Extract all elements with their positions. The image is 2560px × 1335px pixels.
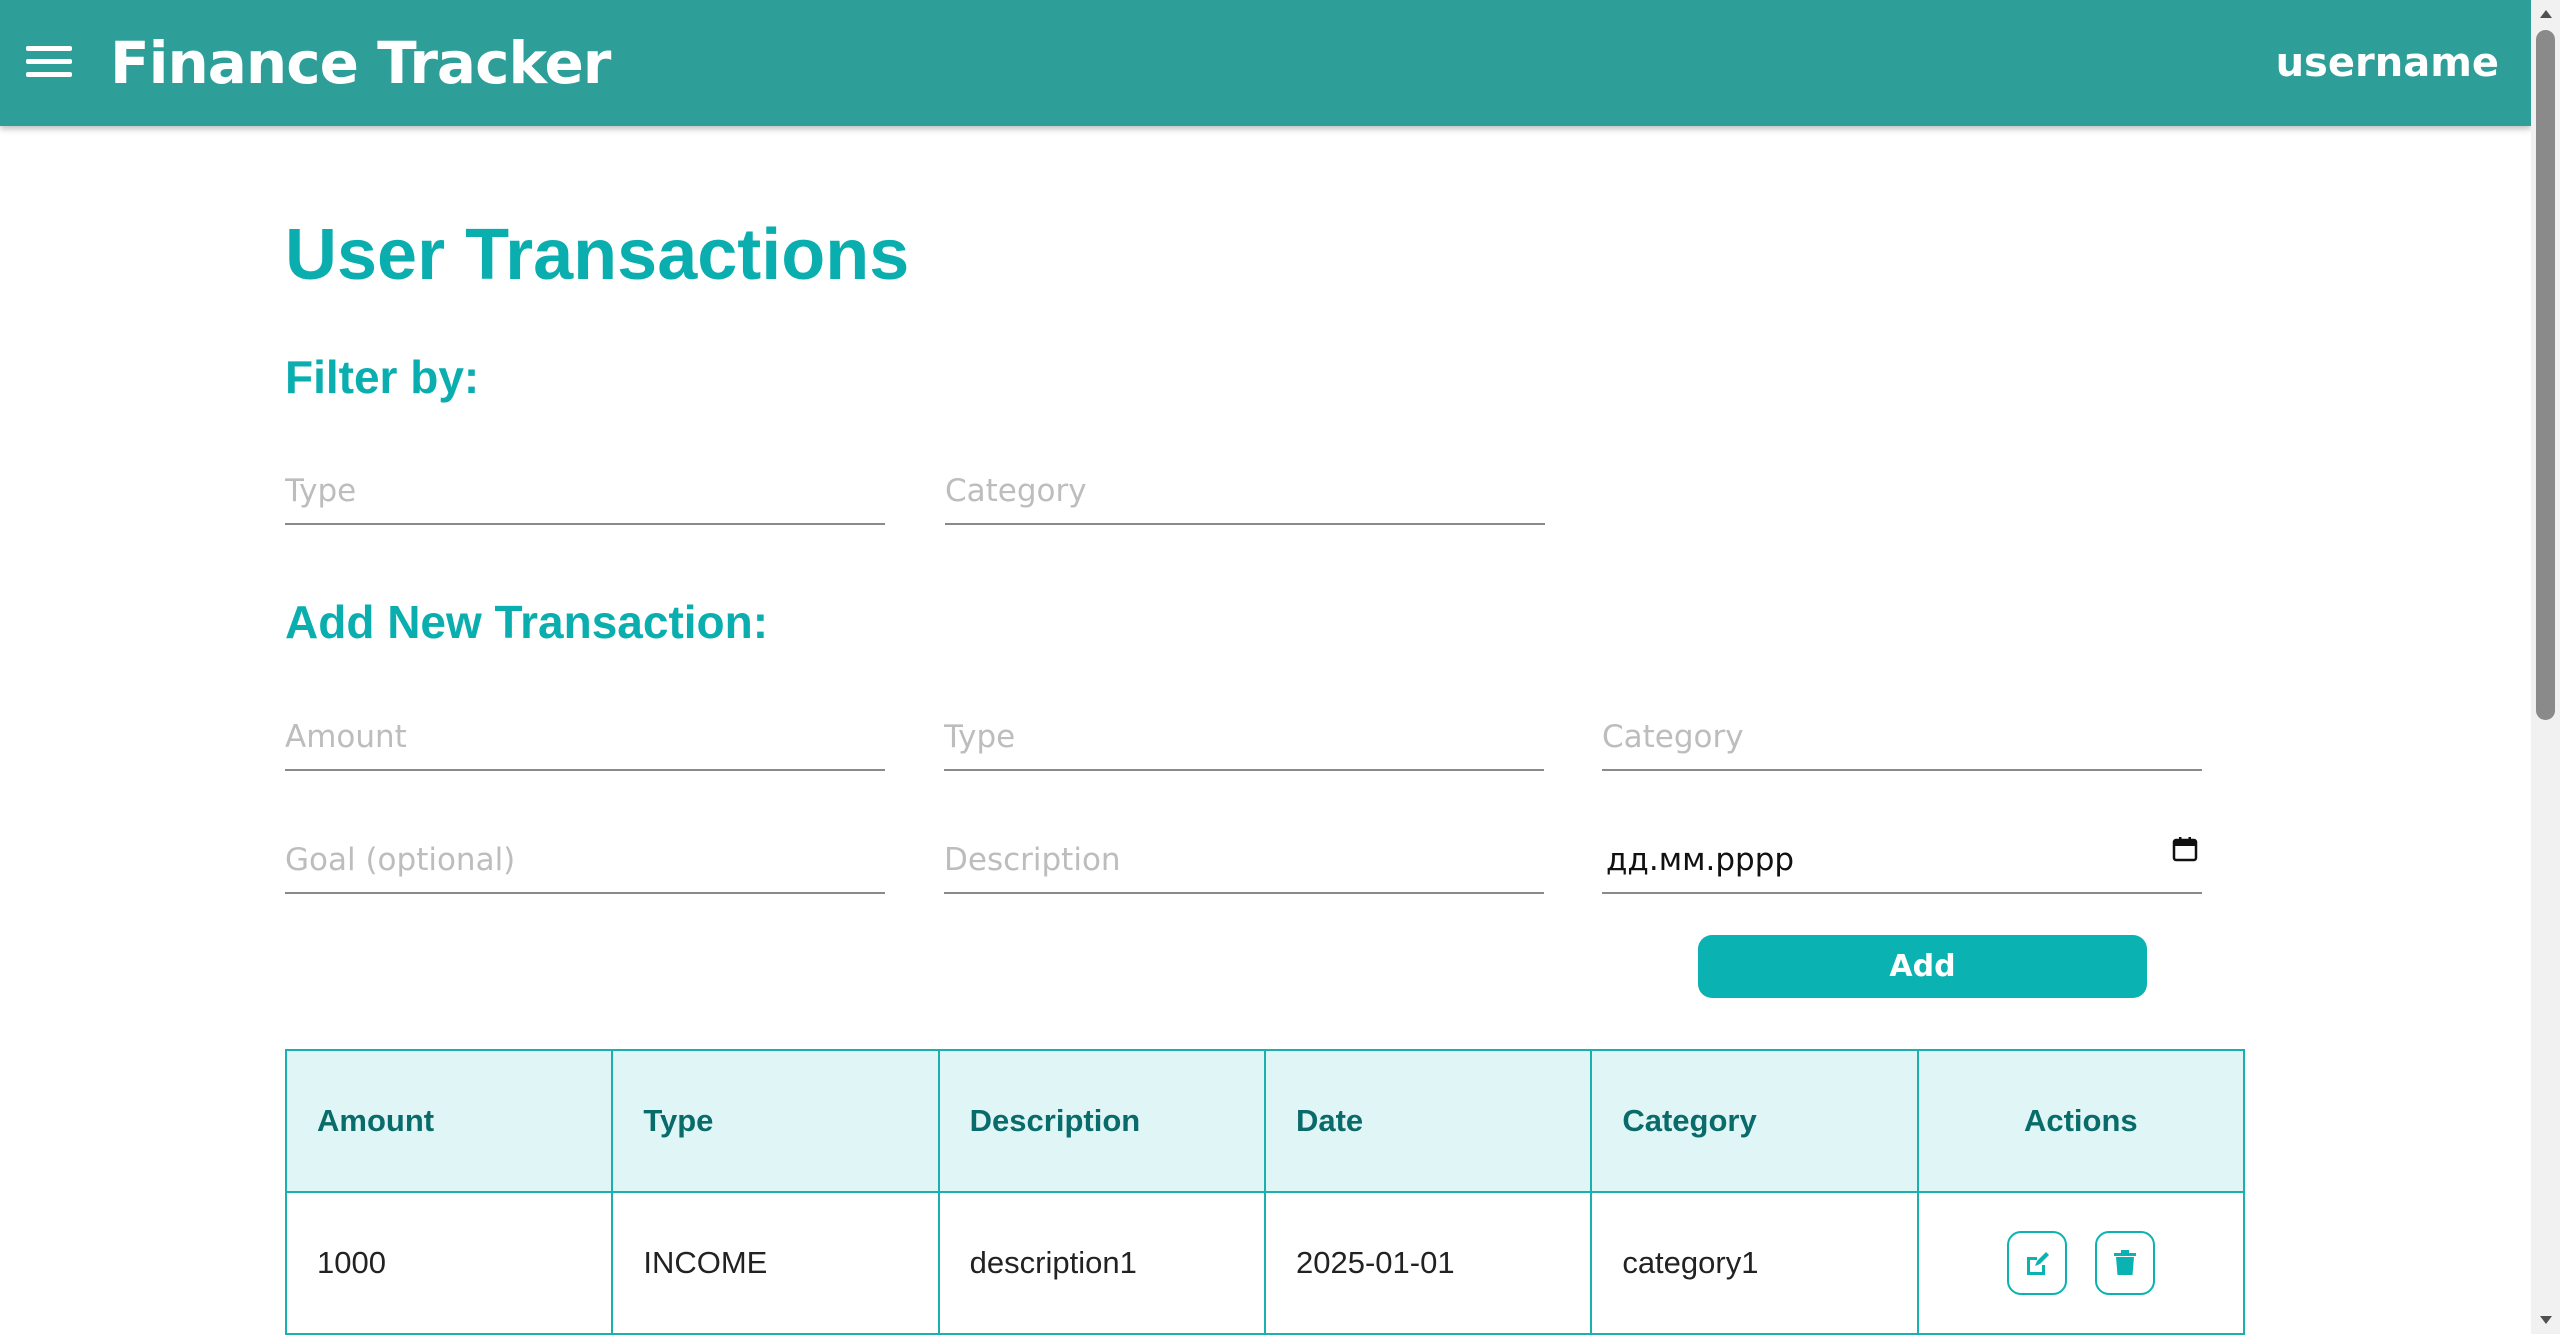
add-transaction-heading: Add New Transaction: xyxy=(285,596,769,648)
description-input[interactable] xyxy=(944,842,1544,878)
calendar-icon[interactable] xyxy=(2172,836,2198,862)
amount-field xyxy=(285,699,885,771)
cell-amount: 1000 xyxy=(284,1191,614,1335)
trash-icon xyxy=(2114,1250,2137,1275)
filter-heading: Filter by: xyxy=(285,351,480,403)
scroll-up-arrow-icon[interactable] xyxy=(2540,10,2552,18)
transactions-table: Amount Type Description Date Category Ac… xyxy=(284,1049,2246,1335)
goal-field xyxy=(285,822,885,894)
scroll-down-arrow-icon[interactable] xyxy=(2540,1316,2552,1324)
table-header-row: Amount Type Description Date Category Ac… xyxy=(284,1049,2246,1193)
edit-button[interactable] xyxy=(2006,1231,2067,1295)
description-field xyxy=(944,822,1544,894)
column-header-category[interactable]: Category xyxy=(1590,1049,1919,1193)
filter-category-field xyxy=(945,453,1545,525)
column-header-description[interactable]: Description xyxy=(937,1049,1266,1193)
cell-date: 2025-01-01 xyxy=(1263,1191,1593,1335)
filter-type-field xyxy=(285,453,885,525)
cell-actions xyxy=(1916,1191,2246,1335)
type-input[interactable] xyxy=(944,719,1544,755)
page-title: User Transactions xyxy=(285,215,910,295)
date-input[interactable]: дд.мм.рррр xyxy=(1606,842,1794,878)
column-header-type[interactable]: Type xyxy=(611,1049,940,1193)
scroll-thumb[interactable] xyxy=(2536,30,2555,720)
app-title: Finance Tracker xyxy=(110,29,611,97)
column-header-amount[interactable]: Amount xyxy=(284,1049,614,1193)
cell-type: INCOME xyxy=(611,1191,940,1335)
app-bar: Finance Tracker username xyxy=(0,0,2531,126)
date-field[interactable]: дд.мм.рррр xyxy=(1602,822,2202,894)
type-field xyxy=(944,699,1544,771)
filter-category-input[interactable] xyxy=(945,473,1545,509)
goal-input[interactable] xyxy=(285,842,885,878)
vertical-scrollbar[interactable] xyxy=(2531,0,2560,1334)
cell-description: description1 xyxy=(937,1191,1266,1335)
amount-input[interactable] xyxy=(285,719,885,755)
category-field xyxy=(1602,699,2202,771)
edit-icon xyxy=(2026,1252,2049,1275)
cell-category: category1 xyxy=(1590,1191,1919,1335)
add-transaction-button[interactable]: Add xyxy=(1698,935,2147,998)
column-header-date[interactable]: Date xyxy=(1263,1049,1593,1193)
hamburger-menu-icon[interactable] xyxy=(26,46,72,80)
category-input[interactable] xyxy=(1602,719,2202,755)
column-header-actions: Actions xyxy=(1916,1049,2246,1193)
username-label[interactable]: username xyxy=(2276,38,2499,88)
filter-type-input[interactable] xyxy=(285,473,885,509)
table-row: 1000 INCOME description1 2025-01-01 cate… xyxy=(284,1191,2246,1335)
delete-button[interactable] xyxy=(2095,1231,2156,1295)
